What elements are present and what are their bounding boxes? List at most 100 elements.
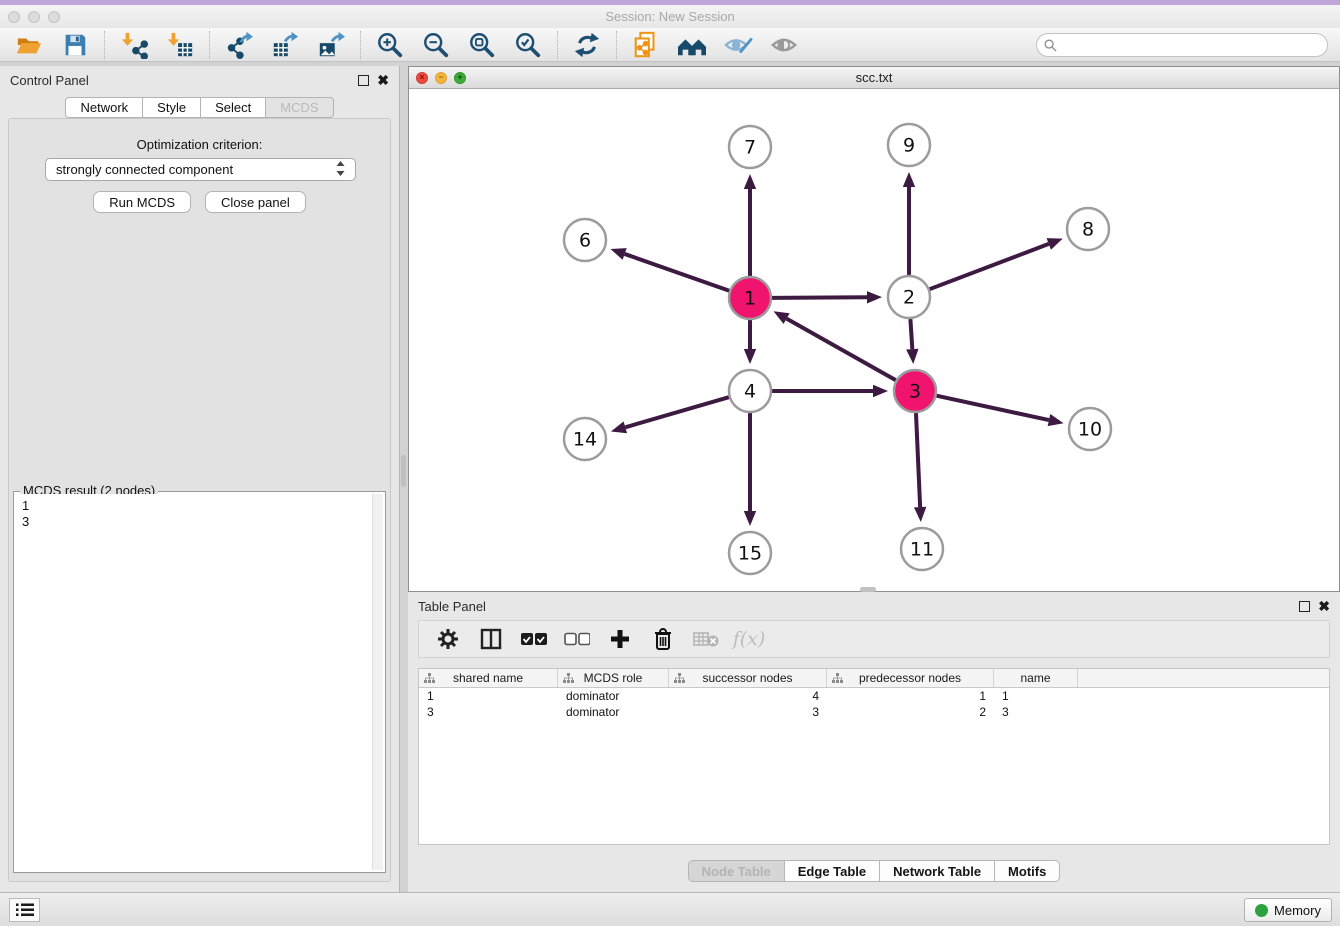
node-9[interactable]: 9: [888, 124, 930, 166]
tab-motifs[interactable]: Motifs: [995, 860, 1060, 882]
tab-style[interactable]: Style: [143, 97, 201, 118]
export-network-icon[interactable]: [224, 30, 254, 60]
table-panel-close-icon[interactable]: ✖: [1318, 601, 1330, 612]
cell-mcds-role[interactable]: dominator: [558, 689, 669, 703]
horizontal-splitter-handle[interactable]: [860, 587, 876, 592]
column-header-successor-nodes[interactable]: successor nodes: [669, 669, 827, 687]
cell-successor-nodes[interactable]: 3: [669, 705, 827, 719]
delete-row-icon[interactable]: [650, 626, 676, 652]
cell-shared-name[interactable]: 3: [419, 705, 558, 719]
cell-name[interactable]: 3: [994, 705, 1078, 719]
deselect-all-rows-icon[interactable]: [564, 626, 590, 652]
export-image-icon[interactable]: [316, 30, 346, 60]
column-header-name[interactable]: name: [994, 669, 1078, 687]
run-mcds-button[interactable]: Run MCDS: [93, 191, 191, 213]
cell-predecessor-nodes[interactable]: 1: [827, 689, 994, 703]
control-panel-title: Control Panel: [10, 73, 89, 88]
memory-button[interactable]: Memory: [1244, 898, 1332, 922]
tab-network-table[interactable]: Network Table: [880, 860, 995, 882]
edge-4-3[interactable]: [772, 385, 888, 397]
tab-network[interactable]: Network: [65, 97, 143, 118]
home-icon[interactable]: [677, 30, 707, 60]
node-1[interactable]: 1: [729, 277, 771, 319]
search-input[interactable]: [1036, 33, 1328, 57]
edge-4-14[interactable]: [611, 397, 729, 433]
hide-graphics-details-icon[interactable]: [723, 30, 753, 60]
edge-4-15[interactable]: [744, 413, 756, 526]
optimization-criterion-label: Optimization criterion:: [9, 137, 390, 152]
import-table-icon[interactable]: [165, 30, 195, 60]
node-14[interactable]: 14: [564, 418, 606, 460]
node-table[interactable]: shared nameMCDS rolesuccessor nodesprede…: [418, 668, 1330, 845]
refresh-view-icon[interactable]: [572, 30, 602, 60]
add-row-icon[interactable]: [607, 626, 633, 652]
node-3[interactable]: 3: [894, 370, 936, 412]
edge-1-7[interactable]: [744, 174, 756, 276]
node-10[interactable]: 10: [1069, 408, 1111, 450]
tab-mcds[interactable]: MCDS: [266, 97, 333, 118]
node-2[interactable]: 2: [888, 276, 930, 318]
select-all-rows-icon[interactable]: [521, 626, 547, 652]
control-panel-float-icon[interactable]: [358, 75, 369, 86]
zoom-fit-icon[interactable]: [467, 30, 497, 60]
node-8[interactable]: 8: [1067, 208, 1109, 250]
network-canvas[interactable]: 7 9 6 8 1 2 4 3 14 10 15 11: [409, 89, 1339, 591]
column-header-predecessor-nodes[interactable]: predecessor nodes: [827, 669, 994, 687]
cell-successor-nodes[interactable]: 4: [669, 689, 827, 703]
node-11[interactable]: 11: [901, 528, 943, 570]
apply-function-icon[interactable]: f(x): [736, 626, 762, 652]
close-panel-button[interactable]: Close panel: [205, 191, 306, 213]
cell-shared-name[interactable]: 1: [419, 689, 558, 703]
edge-3-1[interactable]: [774, 311, 896, 380]
delete-table-icon[interactable]: [693, 626, 719, 652]
zoom-selected-icon[interactable]: [513, 30, 543, 60]
tab-edge-table[interactable]: Edge Table: [785, 860, 880, 882]
show-column-icon[interactable]: [478, 626, 504, 652]
import-network-icon[interactable]: [119, 30, 149, 60]
node-6[interactable]: 6: [564, 219, 606, 261]
svg-text:3: 3: [909, 381, 921, 403]
column-type-icon: [563, 673, 574, 684]
node-15[interactable]: 15: [729, 532, 771, 574]
cell-name[interactable]: 1: [994, 689, 1078, 703]
edge-1-2[interactable]: [772, 291, 882, 303]
cell-predecessor-nodes[interactable]: 2: [827, 705, 994, 719]
network-graph[interactable]: 7 9 6 8 1 2 4 3 14 10 15 11: [409, 89, 1339, 591]
criterion-select[interactable]: strongly connected component: [45, 158, 356, 181]
export-table-icon[interactable]: [270, 30, 300, 60]
node-4[interactable]: 4: [729, 370, 771, 412]
zoom-out-icon[interactable]: [421, 30, 451, 60]
table-panel-float-icon[interactable]: [1299, 601, 1310, 612]
mcds-panel: Optimization criterion: strongly connect…: [8, 118, 391, 882]
node-7[interactable]: 7: [729, 126, 771, 168]
edge-3-11[interactable]: [914, 413, 926, 522]
edge-2-8[interactable]: [930, 238, 1063, 289]
save-session-icon[interactable]: [60, 30, 90, 60]
table-row[interactable]: 1dominator411: [419, 688, 1329, 704]
svg-text:6: 6: [579, 230, 591, 252]
column-header-mcds-role[interactable]: MCDS role: [558, 669, 669, 687]
svg-text:15: 15: [738, 543, 762, 565]
edge-2-3[interactable]: [906, 319, 918, 364]
zoom-in-icon[interactable]: [375, 30, 405, 60]
vertical-splitter-handle[interactable]: [401, 455, 406, 487]
tab-node-table[interactable]: Node Table: [688, 860, 785, 882]
network-view-window: × − + scc.txt 7968124314101511: [408, 66, 1340, 592]
edge-3-10[interactable]: [936, 396, 1063, 426]
table-options-icon[interactable]: [435, 626, 461, 652]
task-history-button[interactable]: [9, 898, 40, 922]
result-scrollbar[interactable]: [372, 494, 383, 870]
edge-1-6[interactable]: [610, 248, 729, 291]
control-panel-close-icon[interactable]: ✖: [377, 75, 389, 86]
tab-select[interactable]: Select: [201, 97, 266, 118]
show-graphics-details-icon[interactable]: [769, 30, 799, 60]
open-session-icon[interactable]: [14, 30, 44, 60]
cell-mcds-role[interactable]: dominator: [558, 705, 669, 719]
criterion-value: strongly connected component: [56, 162, 233, 177]
column-header-shared-name[interactable]: shared name: [419, 669, 558, 687]
edge-2-9[interactable]: [903, 172, 915, 275]
edge-1-4[interactable]: [744, 320, 756, 364]
table-row[interactable]: 3dominator323: [419, 704, 1329, 720]
svg-text:4: 4: [744, 381, 756, 403]
clone-network-icon[interactable]: [631, 30, 661, 60]
